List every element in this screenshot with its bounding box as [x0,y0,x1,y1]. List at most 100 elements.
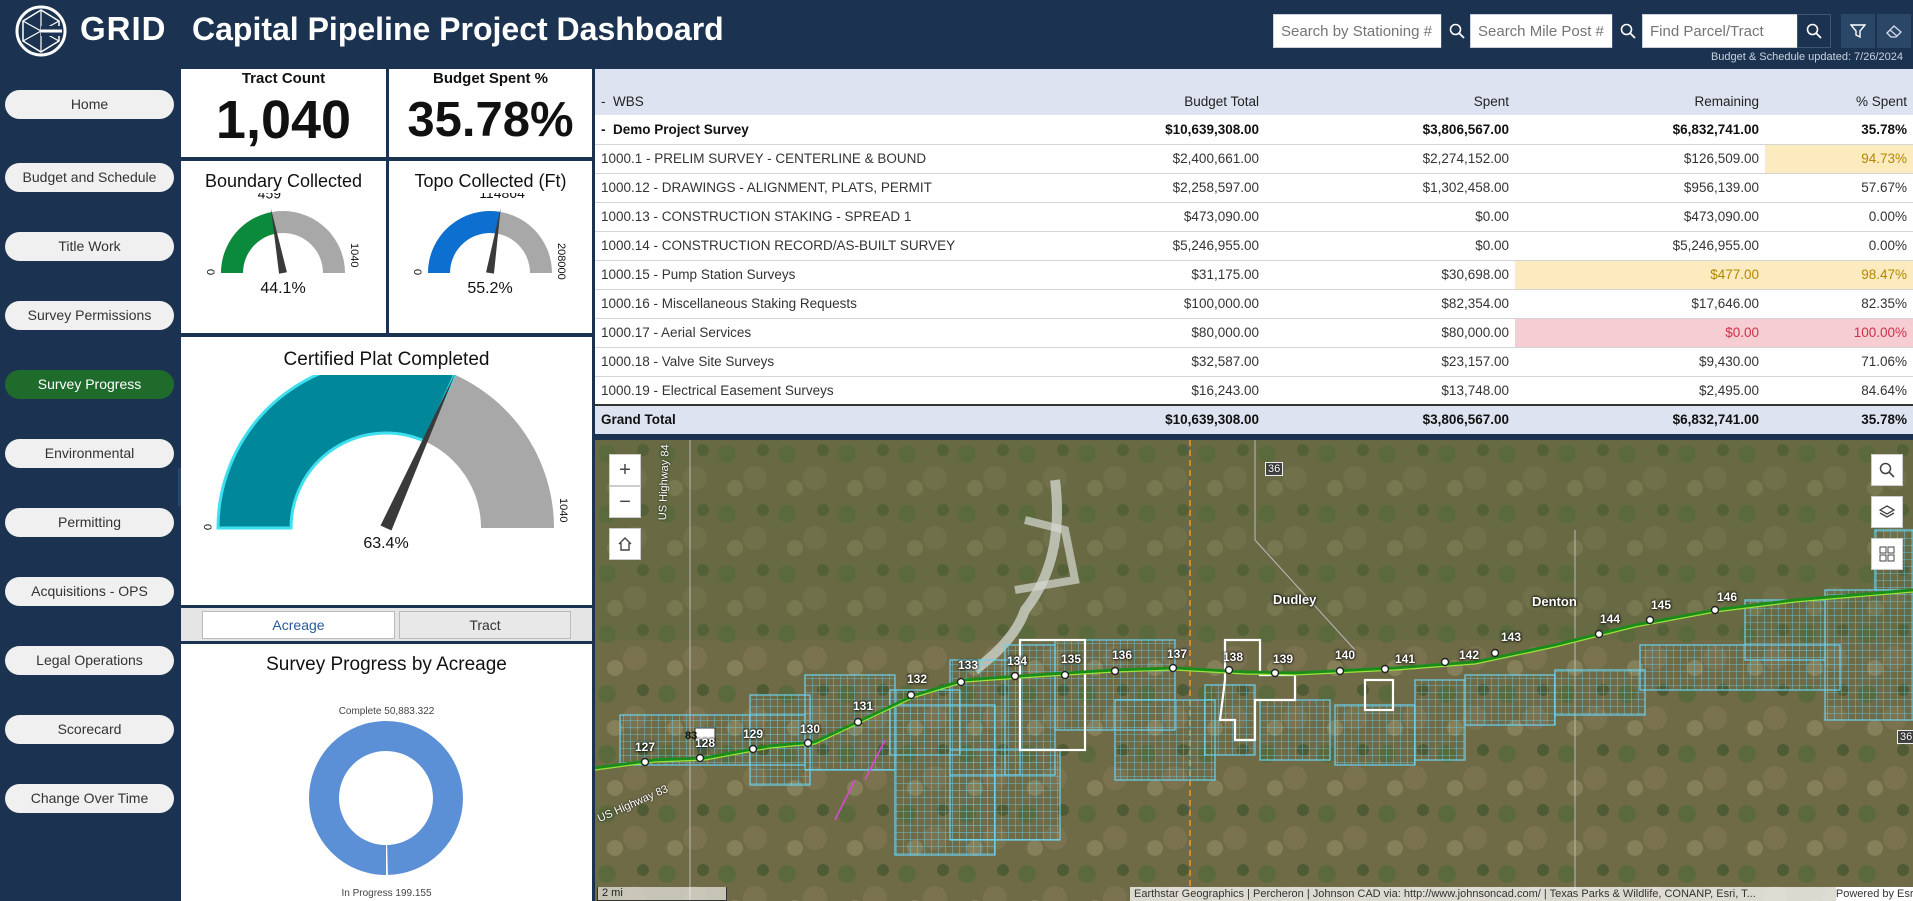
table-row[interactable]: 1000.14 - CONSTRUCTION RECORD/AS-BUILT S… [595,231,1913,261]
zoom-in-button[interactable]: + [609,454,641,486]
nav-legal-operations[interactable]: Legal Operations [5,646,174,675]
milepost-marker[interactable] [695,753,705,763]
milepost-marker[interactable] [1440,657,1450,667]
cell-spent: $0.00 [1265,202,1515,232]
total-wbs: Grand Total [595,404,1015,434]
pipeline-map[interactable]: 127 128 129 130 131 132 133 134 135 136 137 138 139 1… [595,440,1913,901]
cell-remaining: $5,246,955.00 [1515,231,1765,261]
plat-gauge-card: Certified Plat Completed 659 63.4% 0 104… [181,337,592,605]
cell-wbs: 1000.17 - Aerial Services [595,318,1015,348]
collapse-toggle[interactable]: - [601,122,606,137]
milepost-marker[interactable] [1645,615,1655,625]
search-icon [1449,23,1465,39]
milepost-marker[interactable] [906,690,916,700]
collapse-toggle[interactable]: - [601,94,606,109]
milepost-label: 130 [800,722,821,736]
nav-environmental[interactable]: Environmental [5,439,174,468]
milepost-search-input[interactable] [1471,15,1612,47]
basemap-gallery-button[interactable] [1871,538,1903,570]
milepost-marker[interactable] [640,757,650,767]
tab-tract[interactable]: Tract [399,611,571,639]
nav-home[interactable]: Home [5,90,174,119]
zoom-out-button[interactable]: − [609,486,641,518]
home-extent-button[interactable] [609,528,641,560]
milepost-marker[interactable] [956,677,966,687]
parcel-search-input[interactable] [1643,15,1799,47]
nav-title-work[interactable]: Title Work [5,232,174,261]
table-row[interactable]: 1000.15 - Pump Station Surveys $31,175.00… [595,260,1913,290]
layers-icon [1879,505,1895,518]
nav-survey-progress[interactable]: Survey Progress [5,370,174,399]
milepost-marker[interactable] [1010,671,1020,681]
donut-complete-label: Complete 50,883.322 [338,706,435,717]
table-row[interactable]: 1000.12 - DRAWINGS - ALIGNMENT, PLATS, P… [595,173,1913,203]
milepost-marker[interactable] [1168,663,1178,673]
wbs-budget-table: - WBS Budget Total Spent Remaining % Spe… [595,69,1913,434]
map-search-button[interactable] [1871,454,1903,486]
table-row[interactable]: 1000.13 - CONSTRUCTION STAKING - SPREAD … [595,202,1913,232]
nav-scorecard[interactable]: Scorecard [5,715,174,744]
col-wbs[interactable]: - WBS [595,69,1015,115]
table-row[interactable]: - Demo Project Survey $10,639,308.00 $3,80… [595,115,1913,145]
milepost-marker[interactable] [1380,664,1390,674]
eraser-button[interactable] [1877,14,1911,48]
milepost-marker[interactable] [1060,670,1070,680]
nav-budget-schedule[interactable]: Budget and Schedule [5,163,174,192]
cell-wbs: 1000.19 - Electrical Easement Surveys [595,376,1015,406]
table-row[interactable]: 1000.1 - PRELIM SURVEY - CENTERLINE & BO… [595,144,1913,174]
milepost-marker[interactable] [1110,666,1120,676]
layers-button[interactable] [1871,496,1903,528]
cell-wbs: 1000.15 - Pump Station Surveys [595,260,1015,290]
milepost-label: 127 [635,740,656,754]
nav-acquisitions-ops[interactable]: Acquisitions - OPS [5,577,174,606]
budget-spent-title: Budget Spent % [433,70,548,87]
boundary-gauge-value: 459 [258,193,282,201]
col-remaining[interactable]: Remaining [1515,69,1765,115]
filter-button[interactable] [1841,14,1875,48]
nav-survey-permissions[interactable]: Survey Permissions [5,301,174,330]
col-spent[interactable]: Spent [1265,69,1515,115]
milepost-marker[interactable] [1270,668,1280,678]
milepost-marker[interactable] [803,738,813,748]
milepost-marker[interactable] [1490,648,1500,658]
cell-spent: $3,806,567.00 [1265,115,1515,145]
boundary-gauge-card: Boundary Collected 459 44.1% 0 1040 [181,161,386,333]
milepost-marker[interactable] [1335,666,1345,676]
donut-slice-complete[interactable] [309,721,463,875]
milepost-label: 143 [1501,630,1522,644]
stationing-search [1273,14,1472,48]
cell-percent-spent: 82.35% [1765,289,1913,319]
cell-percent-spent: 57.67% [1765,173,1913,203]
milepost-marker[interactable] [1594,629,1604,639]
col-percent-spent[interactable]: % Spent [1765,69,1913,115]
cell-spent: $23,157.00 [1265,347,1515,377]
map-canvas[interactable] [595,440,1913,901]
topo-gauge-max: 208000 [555,243,567,280]
cell-spent: $1,302,458.00 [1265,173,1515,203]
table-row[interactable]: 1000.18 - Valve Site Surveys $32,587.00 $2… [595,347,1913,377]
boundary-gauge: 459 44.1% 0 1040 [204,193,360,297]
table-row[interactable]: 1000.19 - Electrical Easement Surveys $16… [595,376,1913,406]
milepost-label: 136 [1112,648,1133,662]
cell-wbs: 1000.16 - Miscellaneous Staking Requests [595,289,1015,319]
milepost-marker[interactable] [1710,605,1720,615]
milepost-marker[interactable] [748,744,758,754]
plat-gauge-min: 0 [201,524,213,530]
nav-change-over-time[interactable]: Change Over Time [5,784,174,813]
highway-36-shield-east: 36 [1897,730,1913,744]
milepost-label: 134 [1007,654,1028,668]
tab-acreage[interactable]: Acreage [202,611,395,639]
table-row[interactable]: 1000.16 - Miscellaneous Staking Requests… [595,289,1913,319]
table-row[interactable]: 1000.17 - Aerial Services $80,000.00 $80,0… [595,318,1913,348]
stationing-search-button[interactable] [1441,14,1471,48]
cell-budget-total: $473,090.00 [1015,202,1265,232]
milepost-marker[interactable] [1224,665,1234,675]
parcel-search-button[interactable] [1797,14,1831,48]
milepost-marker[interactable] [853,717,863,727]
milepost-search-button[interactable] [1612,14,1642,48]
stationing-search-input[interactable] [1274,15,1441,47]
nav-permitting[interactable]: Permitting [5,508,174,537]
total-percent-spent: 35.78% [1765,404,1913,434]
col-budget-total[interactable]: Budget Total [1015,69,1265,115]
milepost-label: 139 [1273,652,1294,666]
